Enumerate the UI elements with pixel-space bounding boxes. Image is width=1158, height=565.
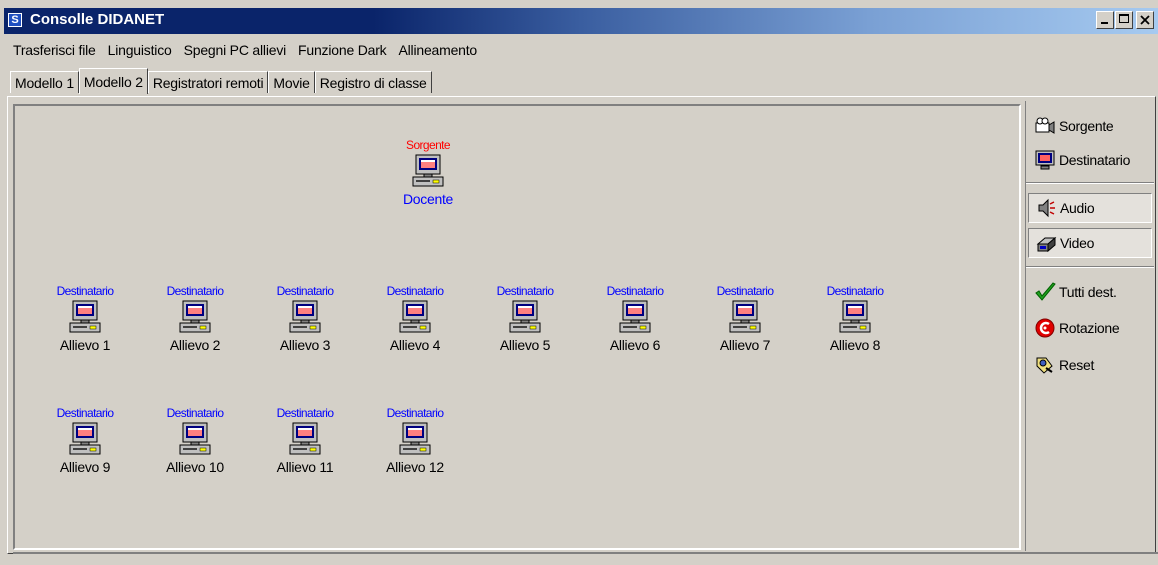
monitor-icon (1035, 150, 1055, 170)
destinatario-button[interactable]: Destinatario (1028, 145, 1152, 175)
teacher-pc[interactable]: Sorgente Docente (383, 138, 473, 208)
pc-role-label: Destinatario (276, 284, 334, 298)
pc-name-label: Allievo 9 (59, 459, 111, 475)
reset-button[interactable]: Reset (1028, 350, 1152, 380)
computer-icon (839, 300, 871, 333)
video-button[interactable]: Video (1028, 228, 1152, 258)
computer-icon (289, 422, 321, 455)
pc-role-label: Destinatario (826, 284, 884, 298)
close-button[interactable] (1136, 11, 1154, 29)
student-pc-10[interactable]: Destinatario Allievo 10 (150, 406, 240, 476)
computer-icon (179, 300, 211, 333)
tab-modello-1[interactable]: Modello 1 (10, 71, 79, 93)
tab-registro-di-classe[interactable]: Registro di classe (314, 71, 432, 93)
pc-name-label: Docente (402, 191, 454, 207)
student-pc-9[interactable]: Destinatario Allievo 9 (40, 406, 130, 476)
pc-name-label: Allievo 4 (389, 337, 441, 353)
rotazione-button[interactable]: Rotazione (1028, 313, 1152, 343)
video-icon (1036, 236, 1057, 253)
pc-name-label: Allievo 2 (169, 337, 221, 353)
bottom-divider (13, 552, 1158, 554)
maximize-icon (1119, 14, 1129, 23)
student-pc-3[interactable]: Destinatario Allievo 3 (260, 284, 350, 354)
rotation-icon (1035, 318, 1055, 338)
video-label: Video (1060, 235, 1095, 251)
pc-role-label: Destinatario (56, 406, 114, 420)
computer-icon (509, 300, 541, 333)
pc-name-label: Allievo 5 (499, 337, 551, 353)
pc-role-label: Destinatario (166, 284, 224, 298)
student-pc-2[interactable]: Destinatario Allievo 2 (150, 284, 240, 354)
pc-role-label: Destinatario (606, 284, 664, 298)
computer-icon (289, 300, 321, 333)
minimize-icon (1101, 22, 1108, 24)
student-pc-7[interactable]: Destinatario Allievo 7 (700, 284, 790, 354)
app-icon[interactable]: S (7, 12, 23, 28)
audio-label: Audio (1060, 200, 1095, 216)
computer-icon (69, 300, 101, 333)
student-pc-11[interactable]: Destinatario Allievo 11 (260, 406, 350, 476)
pc-role-label: Destinatario (496, 284, 554, 298)
pc-role-label: Destinatario (166, 406, 224, 420)
audio-button[interactable]: Audio (1028, 193, 1152, 223)
menu-funzione-dark[interactable]: Funzione Dark (292, 40, 392, 60)
pc-role-label: Destinatario (716, 284, 774, 298)
computer-icon (69, 422, 101, 455)
pc-name-label: Allievo 12 (386, 459, 444, 475)
menu-spegni-pc-allievi[interactable]: Spegni PC allievi (178, 40, 292, 60)
pc-name-label: Allievo 11 (276, 459, 334, 475)
checkmark-icon (1035, 282, 1056, 301)
tab-bar: Modello 1 Modello 2 Registratori remoti … (10, 68, 432, 96)
computer-icon (729, 300, 761, 333)
menu-bar: Trasferisci file Linguistico Spegni PC a… (13, 40, 483, 60)
sorgente-label: Sorgente (1059, 118, 1114, 134)
reset-icon (1036, 357, 1053, 374)
title-bar[interactable]: S Consolle DIDANET (4, 8, 1158, 34)
reset-label: Reset (1059, 357, 1095, 373)
sorgente-button[interactable]: Sorgente (1028, 111, 1152, 141)
student-pc-12[interactable]: Destinatario Allievo 12 (370, 406, 460, 476)
tutti-dest-button[interactable]: Tutti dest. (1028, 277, 1152, 307)
toolbar-separator (1026, 182, 1154, 184)
window-controls (1095, 11, 1154, 29)
pc-name-label: Allievo 7 (719, 337, 771, 353)
student-pc-1[interactable]: Destinatario Allievo 1 (40, 284, 130, 354)
tab-movie[interactable]: Movie (268, 71, 315, 93)
computer-icon (179, 422, 211, 455)
speaker-icon (1038, 198, 1055, 218)
menu-trasferisci-file[interactable]: Trasferisci file (13, 40, 102, 60)
student-pc-8[interactable]: Destinatario Allievo 8 (810, 284, 900, 354)
pc-name-label: Allievo 1 (59, 337, 111, 353)
tutti-dest-label: Tutti dest. (1059, 284, 1117, 300)
camera-icon (1035, 117, 1055, 134)
pc-name-label: Allievo 10 (166, 459, 224, 475)
menu-allineamento[interactable]: Allineamento (392, 40, 483, 60)
pc-name-label: Allievo 8 (829, 337, 881, 353)
pc-role-label: Sorgente (406, 138, 451, 152)
rotazione-label: Rotazione (1059, 320, 1120, 336)
window-title: Consolle DIDANET (30, 11, 165, 28)
student-pc-4[interactable]: Destinatario Allievo 4 (370, 284, 460, 354)
main-window: S Consolle DIDANET Trasferisci file Ling… (0, 0, 1158, 565)
maximize-button[interactable] (1115, 11, 1133, 29)
toolbar-separator (1026, 266, 1154, 268)
menu-linguistico[interactable]: Linguistico (102, 40, 178, 60)
minimize-button[interactable] (1096, 11, 1114, 29)
pc-role-label: Destinatario (386, 284, 444, 298)
student-pc-5[interactable]: Destinatario Allievo 5 (480, 284, 570, 354)
tab-modello-2[interactable]: Modello 2 (78, 68, 148, 94)
student-pc-6[interactable]: Destinatario Allievo 6 (590, 284, 680, 354)
computer-icon (399, 300, 431, 333)
computer-icon (619, 300, 651, 333)
pc-name-label: Allievo 6 (609, 337, 661, 353)
pc-role-label: Destinatario (276, 406, 334, 420)
pc-name-label: Allievo 3 (279, 337, 331, 353)
close-icon (1140, 15, 1150, 25)
pc-role-label: Destinatario (386, 406, 444, 420)
computer-icon (412, 154, 444, 187)
destinatario-label: Destinatario (1059, 152, 1131, 168)
tab-registratori-remoti[interactable]: Registratori remoti (147, 71, 269, 93)
computer-icon (399, 422, 431, 455)
pc-role-label: Destinatario (56, 284, 114, 298)
